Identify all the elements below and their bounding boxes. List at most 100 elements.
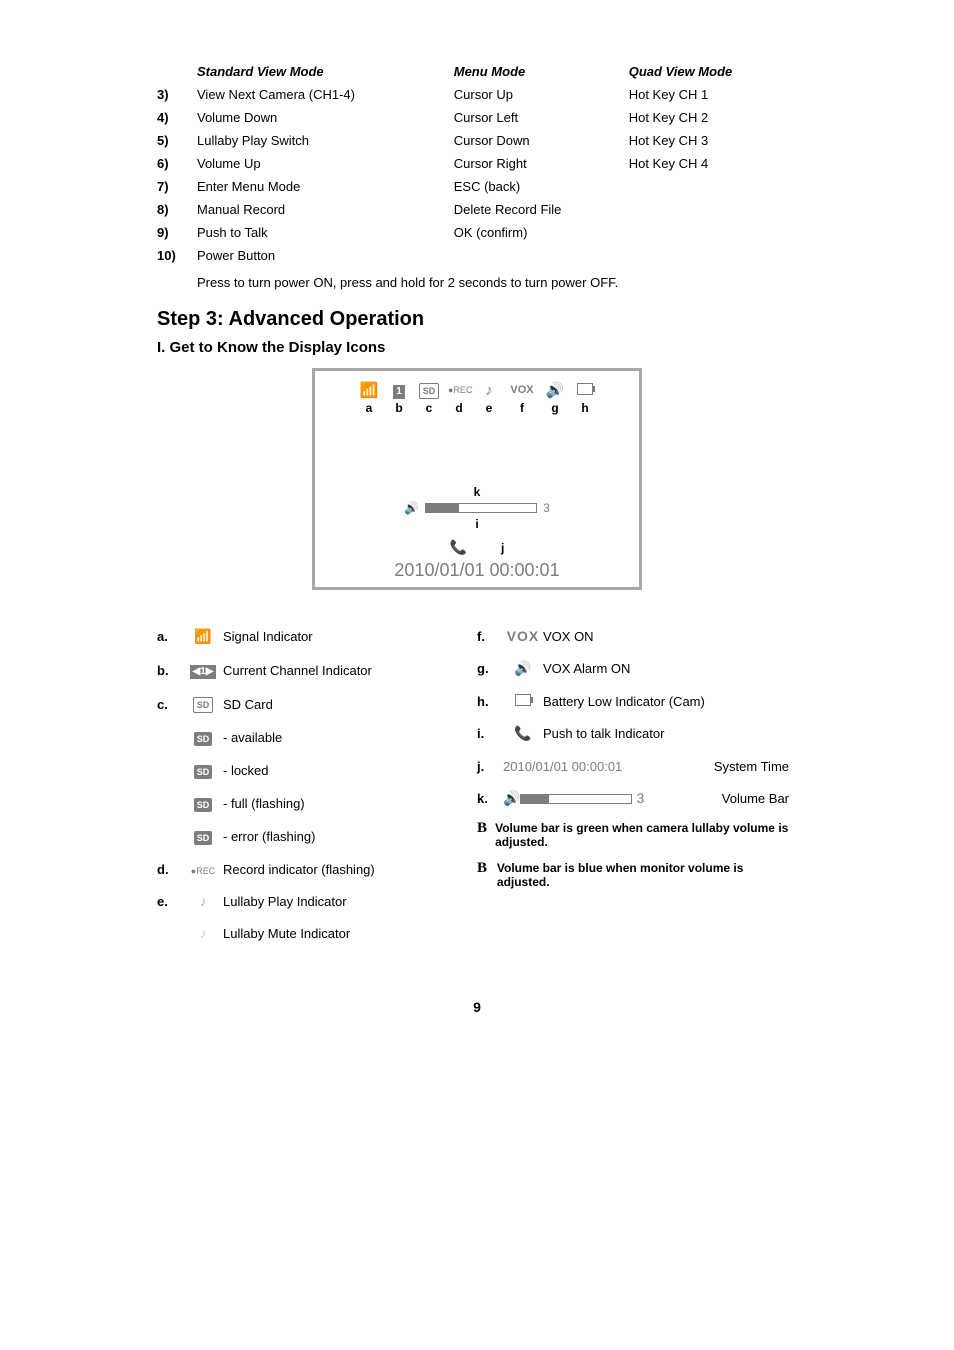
lullaby-play-icon: ♪ bbox=[183, 893, 223, 909]
note-marker: B bbox=[477, 861, 491, 889]
cell-standard: Volume Up bbox=[197, 152, 454, 175]
legend-text: Battery Low Indicator (Cam) bbox=[543, 694, 797, 709]
sd-available-icon: SD bbox=[183, 729, 223, 746]
header-quad: Quad View Mode bbox=[629, 60, 797, 83]
legend-key: g. bbox=[477, 661, 503, 676]
legend-key: d. bbox=[157, 862, 183, 877]
legend-row: SD- error (flashing) bbox=[157, 820, 477, 853]
cell-quad: Hot Key CH 4 bbox=[629, 152, 797, 175]
legend-text: VOX ON bbox=[543, 629, 797, 644]
header-menu: Menu Mode bbox=[454, 60, 629, 83]
fig-label-e: e bbox=[478, 401, 500, 415]
volume-level: 3 bbox=[543, 501, 550, 515]
vox-on-icon: VOX bbox=[503, 628, 543, 644]
legend-text: Record indicator (flashing) bbox=[223, 862, 477, 877]
fig-label-c: c bbox=[418, 401, 440, 415]
row-number: 6) bbox=[157, 152, 197, 175]
cell-standard: Push to Talk bbox=[197, 221, 454, 244]
table-row: 3)View Next Camera (CH1-4)Cursor UpHot K… bbox=[157, 83, 797, 106]
cell-quad: Hot Key CH 2 bbox=[629, 106, 797, 129]
legend-row: d.●RECRecord indicator (flashing) bbox=[157, 853, 477, 885]
legend-row: SD- available bbox=[157, 721, 477, 754]
cell-menu: Delete Record File bbox=[454, 198, 629, 221]
display-figure: 📶 1 SD ●REC ♪ VOX 🔊 a b c d e f g h k 🔊 … bbox=[312, 368, 642, 590]
signal-icon: 📶 bbox=[183, 628, 223, 645]
figure-systime: 2010/01/01 00:00:01 bbox=[327, 560, 627, 581]
legend-row: e.♪Lullaby Play Indicator bbox=[157, 885, 477, 917]
cell-menu: Cursor Left bbox=[454, 106, 629, 129]
cell-quad bbox=[629, 221, 797, 244]
legend-row: SD- locked bbox=[157, 754, 477, 787]
sd-locked-icon: SD bbox=[183, 762, 223, 779]
cell-quad: Hot Key CH 3 bbox=[629, 129, 797, 152]
table-row: 6)Volume UpCursor RightHot Key CH 4 bbox=[157, 152, 797, 175]
legend-row: b.◀1▶Current Channel Indicator bbox=[157, 653, 477, 687]
battery-low-icon bbox=[503, 693, 543, 709]
icon-legend: a.📶Signal Indicatorb.◀1▶Current Channel … bbox=[157, 620, 797, 949]
table-row: 8)Manual RecordDelete Record File bbox=[157, 198, 797, 221]
cell-menu: ESC (back) bbox=[454, 175, 629, 198]
power-note: Press to turn power ON, press and hold f… bbox=[197, 275, 797, 290]
legend-key: j. bbox=[477, 759, 503, 774]
legend-text: Current Channel Indicator bbox=[223, 663, 477, 678]
fig-label-d: d bbox=[448, 401, 470, 415]
legend-text: Signal Indicator bbox=[223, 629, 477, 644]
legend-row: c.SDSD Card bbox=[157, 687, 477, 721]
sd-card-icon: SD bbox=[418, 381, 440, 399]
legend-row: a.📶Signal Indicator bbox=[157, 620, 477, 653]
legend-text: Volume Bar bbox=[644, 791, 797, 806]
cell-menu bbox=[454, 244, 629, 267]
note: BVolume bar is blue when monitor volume … bbox=[477, 855, 797, 895]
legend-row: j.2010/01/01 00:00:01System Time bbox=[477, 750, 797, 782]
legend-text: VOX Alarm ON bbox=[543, 661, 797, 676]
row-number: 10) bbox=[157, 244, 197, 267]
talk-icon: 📞 bbox=[450, 539, 467, 555]
cell-quad bbox=[629, 244, 797, 267]
signal-icon: 📶 bbox=[358, 381, 380, 399]
legend-key: b. bbox=[157, 663, 183, 678]
fig-label-k: k bbox=[327, 485, 627, 499]
step-heading: Step 3: Advanced Operation bbox=[157, 308, 797, 331]
note: BVolume bar is green when camera lullaby… bbox=[477, 815, 797, 855]
legend-row: ♪Lullaby Mute Indicator bbox=[157, 917, 477, 949]
cell-quad: Hot Key CH 1 bbox=[629, 83, 797, 106]
fig-label-a: a bbox=[358, 401, 380, 415]
battery-icon bbox=[574, 382, 596, 399]
table-row: 10)Power Button bbox=[157, 244, 797, 267]
cell-menu: Cursor Down bbox=[454, 129, 629, 152]
fig-label-g: g bbox=[544, 401, 566, 415]
fig-label-j: j bbox=[501, 541, 504, 555]
sd-error-icon: SD bbox=[183, 828, 223, 845]
fig-label-h: h bbox=[574, 401, 596, 415]
vox-icon: VOX bbox=[508, 384, 536, 396]
sd-full-icon: SD bbox=[183, 795, 223, 812]
legend-text: Lullaby Play Indicator bbox=[223, 894, 477, 909]
cell-standard: Power Button bbox=[197, 244, 454, 267]
row-number: 9) bbox=[157, 221, 197, 244]
cell-standard: View Next Camera (CH1-4) bbox=[197, 83, 454, 106]
row-number: 4) bbox=[157, 106, 197, 129]
fig-label-b: b bbox=[388, 401, 410, 415]
cell-menu: Cursor Up bbox=[454, 83, 629, 106]
push-to-talk-icon: 📞 bbox=[503, 725, 543, 742]
row-number: 7) bbox=[157, 175, 197, 198]
legend-key: i. bbox=[477, 726, 503, 741]
modes-table: Standard View Mode Menu Mode Quad View M… bbox=[157, 60, 797, 267]
system-time-icon: 2010/01/01 00:00:01 bbox=[503, 758, 622, 774]
sub-heading: I. Get to Know the Display Icons bbox=[157, 339, 797, 356]
legend-key: e. bbox=[157, 894, 183, 909]
record-icon: ●REC bbox=[448, 385, 470, 395]
legend-row: h.Battery Low Indicator (Cam) bbox=[477, 685, 797, 717]
cell-standard: Manual Record bbox=[197, 198, 454, 221]
note-text: Volume bar is blue when monitor volume i… bbox=[497, 861, 797, 889]
note-text: Volume bar is green when camera lullaby … bbox=[495, 821, 797, 849]
legend-key: a. bbox=[157, 629, 183, 644]
page-number: 9 bbox=[157, 999, 797, 1015]
legend-row: f.VOXVOX ON bbox=[477, 620, 797, 652]
legend-text: System Time bbox=[622, 759, 797, 774]
legend-key: c. bbox=[157, 697, 183, 712]
note-marker: B bbox=[477, 821, 489, 849]
row-number: 5) bbox=[157, 129, 197, 152]
legend-text: - error (flashing) bbox=[223, 829, 477, 844]
sd-card-icon: SD bbox=[183, 695, 223, 713]
